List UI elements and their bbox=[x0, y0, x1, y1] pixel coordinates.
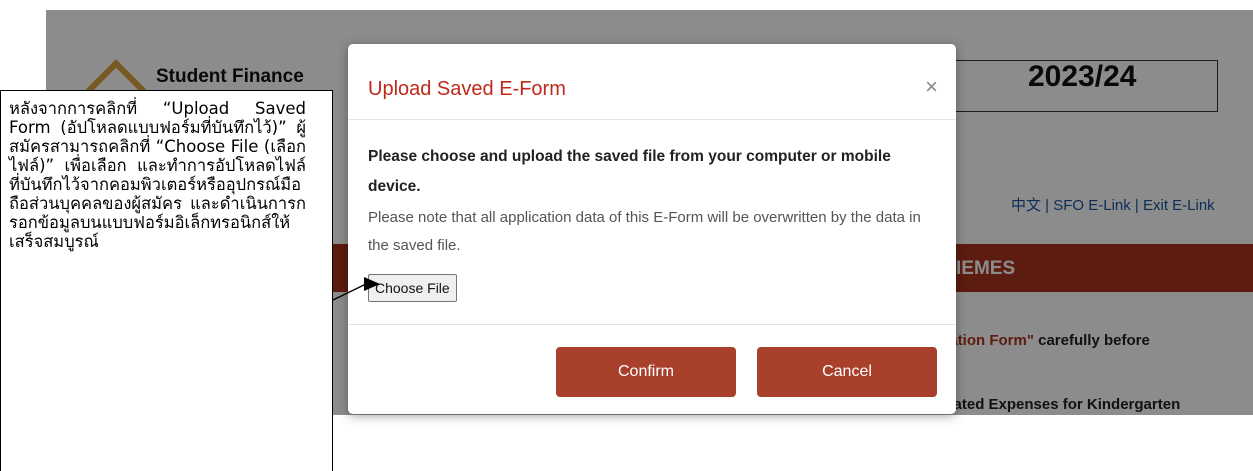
overwrite-note: Please note that all application data of… bbox=[368, 209, 921, 254]
annotation-callout: หลังจากการคลิกที่ “Upload Saved Form (อั… bbox=[0, 90, 333, 471]
choose-file-button[interactable]: Choose File bbox=[368, 274, 457, 302]
modal-footer: Confirm Cancel bbox=[348, 324, 956, 415]
modal-header: Upload Saved E-Form × bbox=[348, 44, 956, 120]
modal-title: Upload Saved E-Form bbox=[368, 78, 566, 100]
upload-eform-modal: Upload Saved E-Form × Please choose and … bbox=[348, 44, 956, 414]
confirm-button[interactable]: Confirm bbox=[556, 347, 736, 397]
modal-body: Please choose and upload the saved file … bbox=[368, 142, 938, 260]
close-icon[interactable]: × bbox=[925, 74, 938, 100]
cancel-button[interactable]: Cancel bbox=[757, 347, 937, 397]
annotation-text: หลังจากการคลิกที่ “Upload Saved Form (อั… bbox=[9, 99, 306, 251]
upload-instruction: Please choose and upload the saved file … bbox=[368, 148, 891, 195]
